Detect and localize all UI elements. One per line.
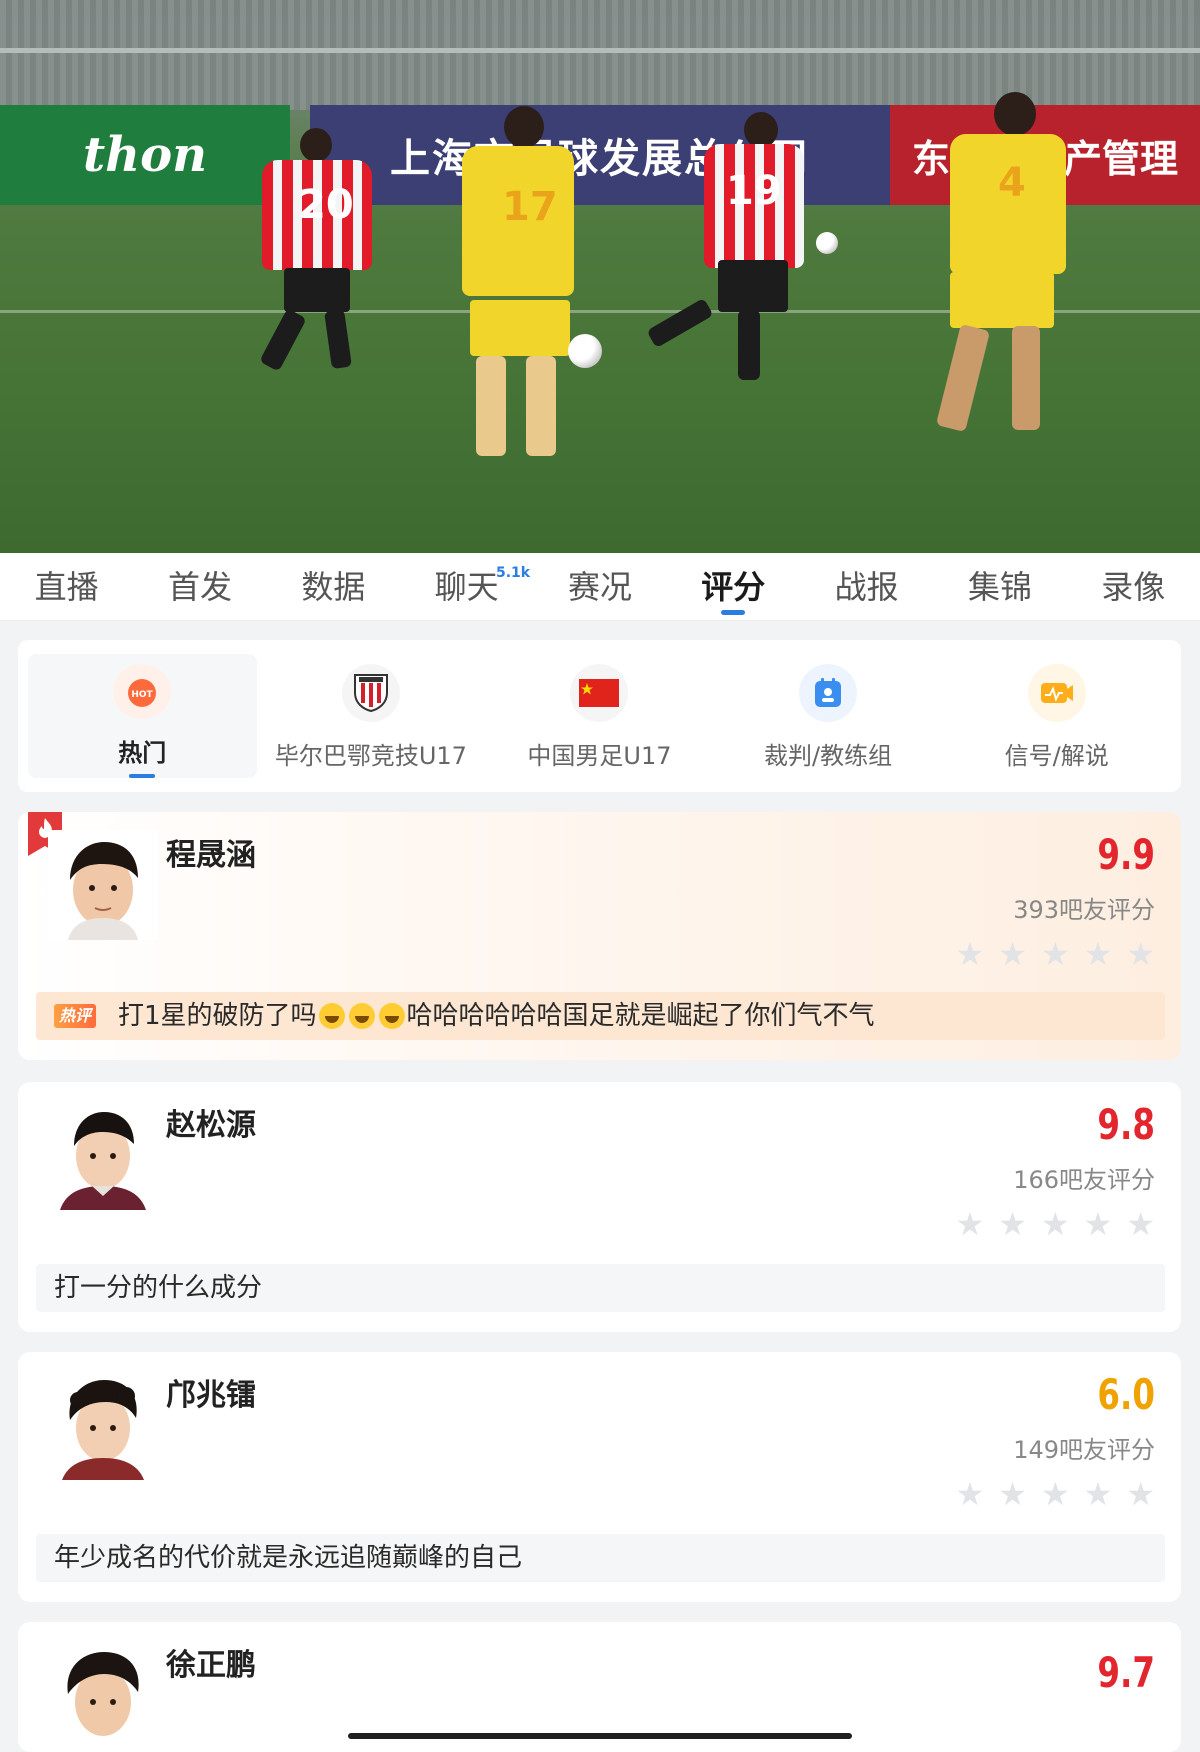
tab-label: 战报 [834, 568, 899, 606]
rating-count: 166吧友评分 [1013, 1166, 1155, 1194]
tab-5[interactable]: 评分 [667, 553, 800, 620]
tab-1[interactable]: 首发 [133, 553, 266, 620]
player-figure: 17 [462, 106, 582, 480]
chat-count-badge: 5.1k [495, 565, 531, 581]
category-label: 信号/解说 [1004, 742, 1109, 770]
hot-icon-text: HOT [132, 690, 154, 700]
star-icon[interactable]: ★ [1041, 1478, 1070, 1510]
shirt-number: 17 [502, 184, 558, 230]
tab-4[interactable]: 赛况 [533, 553, 666, 620]
player-name: 赵松源 [166, 1108, 256, 1143]
rating-count: 393吧友评分 [1013, 896, 1155, 924]
ad-banner-left: thon [0, 105, 290, 205]
star-rating-control[interactable]: ★ ★ ★ ★ ★ [956, 938, 1155, 970]
stand-rail [0, 48, 1200, 53]
tab-label: 数据 [301, 568, 366, 606]
avatar [48, 1370, 158, 1480]
tab-0[interactable]: 直播 [0, 553, 133, 620]
tab-6[interactable]: 战报 [800, 553, 933, 620]
player-score: 9.9 [1097, 830, 1155, 879]
category-label: 中国男足U17 [527, 742, 672, 770]
tab-label: 聊天 [434, 568, 499, 606]
match-tab-bar: 直播 首发 数据 聊天 5.1k 赛况 评分 战报 集锦 录像 [0, 553, 1200, 621]
star-rating-control[interactable]: ★ ★ ★ ★ ★ [956, 1208, 1155, 1240]
star-icon[interactable]: ★ [1126, 1208, 1155, 1240]
shirt-number: 19 [726, 168, 782, 214]
player-name: 邝兆镭 [166, 1378, 256, 1413]
tab-label: 赛况 [567, 568, 632, 606]
star-icon[interactable]: ★ [956, 938, 985, 970]
player-name: 徐正鹏 [166, 1648, 256, 1683]
star-icon[interactable]: ★ [1084, 1208, 1113, 1240]
category-label: 裁判/教练组 [764, 742, 893, 770]
player-name: 程晟涵 [166, 838, 256, 873]
category-label: 热门 [118, 739, 167, 768]
category-athletic-bilbao[interactable]: 毕尔巴鄂竞技U17 [257, 654, 486, 778]
star-rating-control[interactable]: ★ ★ ★ ★ ★ [956, 1478, 1155, 1510]
hot-comment-tag: 热评 [54, 1004, 97, 1028]
category-china-u17[interactable]: 中国男足U17 [485, 654, 714, 778]
player-score: 6.0 [1097, 1370, 1155, 1419]
referee-badge-icon [799, 664, 858, 722]
laughing-emoji-icon [378, 1003, 405, 1029]
player-rating-card[interactable]: 邝兆镭 6.0 149吧友评分 ★ ★ ★ ★ ★ 年少成名的代价就是永远追随巅… [18, 1352, 1181, 1602]
player-rating-card[interactable]: 赵松源 9.8 166吧友评分 ★ ★ ★ ★ ★ 打一分的什么成分 [18, 1082, 1181, 1332]
avatar [48, 830, 158, 940]
player-rating-card[interactable]: 程晟涵 9.9 393吧友评分 ★ ★ ★ ★ ★ 热评 打1星的破防了吗 哈哈哈… [18, 812, 1181, 1060]
star-icon[interactable]: ★ [998, 1478, 1027, 1510]
category-hot[interactable]: HOT 热门 [28, 654, 257, 778]
player-figure: 4 [935, 92, 1070, 440]
star-icon[interactable]: ★ [1084, 1478, 1113, 1510]
rating-count: 149吧友评分 [1013, 1436, 1155, 1464]
china-flag-icon [570, 664, 629, 722]
hot-comment[interactable]: 热评 打1星的破防了吗 哈哈哈哈哈哈国足就是崛起了你们气不气 [36, 992, 1165, 1040]
comment-text: 打1星的破防了吗 [118, 1001, 317, 1031]
laughing-emoji-icon [318, 1003, 345, 1029]
tab-label: 直播 [34, 568, 99, 606]
star-icon[interactable]: ★ [1041, 938, 1070, 970]
top-comment[interactable]: 年少成名的代价就是永远追随巅峰的自己 [36, 1534, 1165, 1582]
broadcast-signal-icon [1027, 664, 1086, 722]
category-label: 毕尔巴鄂竞技U17 [274, 742, 467, 770]
shirt-number: 20 [298, 182, 354, 228]
tab-label: 集锦 [967, 568, 1032, 606]
hot-icon: HOT [113, 664, 172, 720]
player-score: 9.7 [1097, 1648, 1155, 1697]
player-figure: 20 [259, 128, 372, 372]
laughing-emoji-icon [348, 1003, 375, 1029]
top-comment[interactable]: 打一分的什么成分 [36, 1264, 1165, 1312]
home-indicator[interactable] [348, 1733, 852, 1739]
match-video-player[interactable]: thon 上海市足球发展总公司 东方红资产管理 20 17 19 4 [0, 0, 1200, 553]
shirt-number: 4 [998, 160, 1026, 206]
tab-label: 录像 [1101, 568, 1166, 606]
avatar [48, 1640, 158, 1740]
soccer-ball [568, 334, 602, 368]
tab-2[interactable]: 数据 [267, 553, 400, 620]
star-icon[interactable]: ★ [1126, 1478, 1155, 1510]
star-icon[interactable]: ★ [1084, 938, 1113, 970]
soccer-ball [816, 232, 838, 254]
star-icon[interactable]: ★ [956, 1478, 985, 1510]
comment-text: 哈哈哈哈哈哈国足就是崛起了你们气不气 [406, 1001, 875, 1031]
star-icon[interactable]: ★ [998, 1208, 1027, 1240]
tab-7[interactable]: 集锦 [933, 553, 1066, 620]
player-score: 9.8 [1097, 1100, 1155, 1149]
tab-8[interactable]: 录像 [1067, 553, 1200, 620]
star-icon[interactable]: ★ [998, 938, 1027, 970]
category-broadcast[interactable]: 信号/解说 [942, 654, 1171, 778]
tab-label: 首发 [167, 568, 232, 606]
star-icon[interactable]: ★ [1041, 1208, 1070, 1240]
active-underline [129, 774, 156, 778]
category-referee-coaches[interactable]: 裁判/教练组 [714, 654, 943, 778]
star-icon[interactable]: ★ [1126, 938, 1155, 970]
comment-text: 打一分的什么成分 [54, 1273, 263, 1303]
tab-3[interactable]: 聊天 5.1k [400, 553, 533, 620]
athletic-bilbao-crest-icon [341, 664, 400, 722]
comment-text: 年少成名的代价就是永远追随巅峰的自己 [54, 1543, 523, 1573]
avatar [48, 1100, 158, 1210]
star-icon[interactable]: ★ [956, 1208, 985, 1240]
tab-label: 评分 [701, 568, 766, 606]
player-figure: 19 [646, 112, 804, 390]
rating-category-bar: HOT 热门 毕尔巴鄂竞技U17 中国男足U17 裁判/教练组 信号/解说 [18, 640, 1181, 792]
